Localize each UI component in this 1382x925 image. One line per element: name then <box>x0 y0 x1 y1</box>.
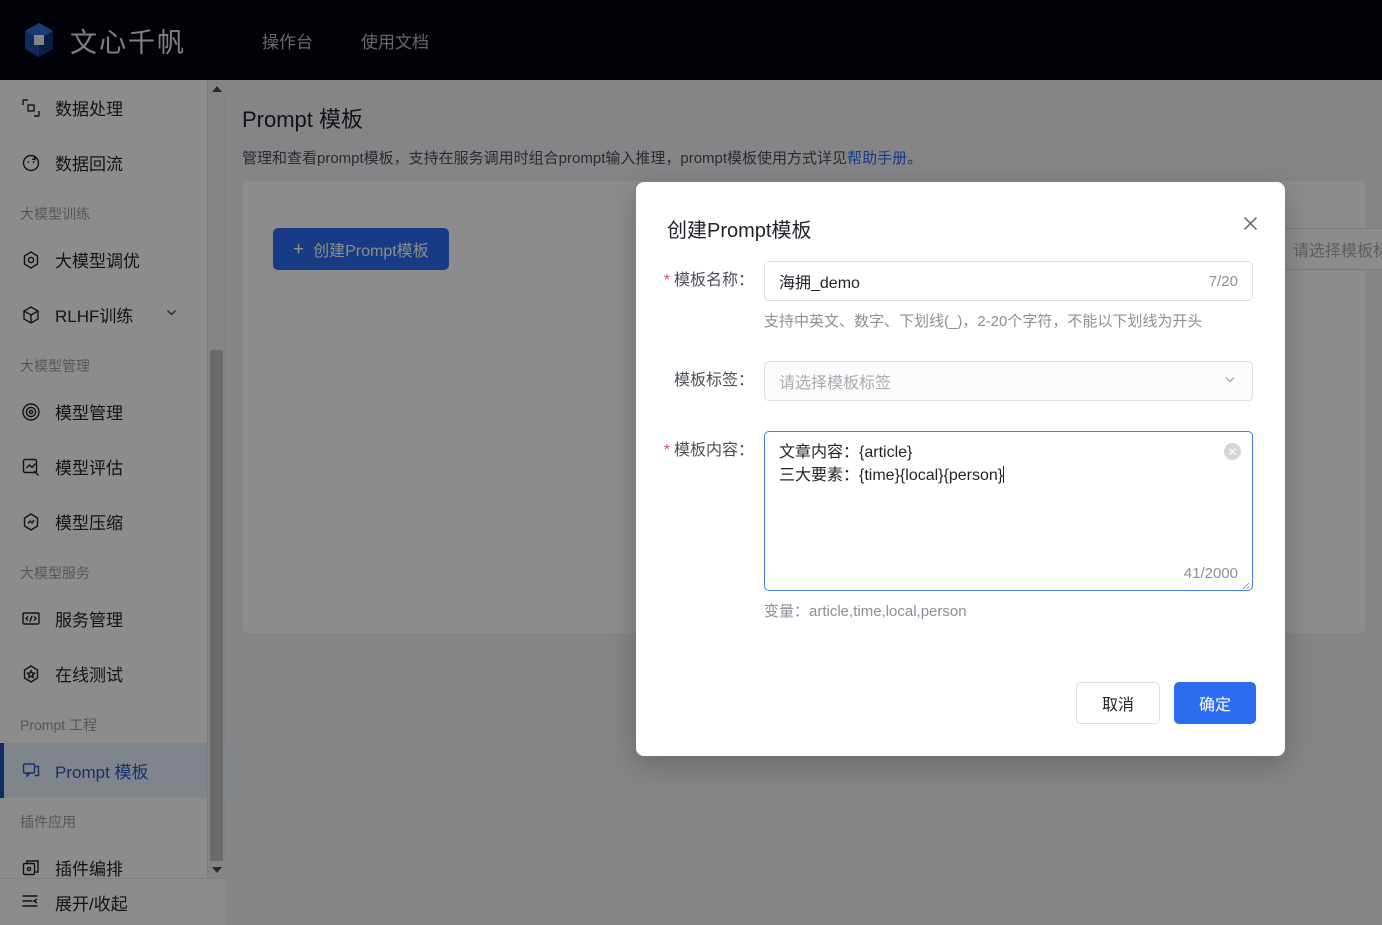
template-content-field-wrap: 文章内容：{article} 三大要素：{time}{local}{person… <box>764 431 1253 621</box>
template-content-label: * 模板内容： <box>636 431 764 621</box>
template-name-hint: 支持中英文、数字、下划线(_)，2-20个字符，不能以下划线为开头 <box>764 313 1203 330</box>
required-marker: * <box>663 272 670 289</box>
template-tag-select[interactable]: 请选择模板标签 <box>764 361 1253 401</box>
template-tag-field-wrap: 请选择模板标签 <box>764 361 1253 401</box>
dialog-title: 创建Prompt模板 <box>667 220 812 242</box>
template-content-row: * 模板内容： 文章内容：{article} 三大要素：{time}{local}… <box>636 431 1285 621</box>
create-prompt-template-dialog: 创建Prompt模板 * 模板名称： 海拥_demo 7/20 支持中英文、数字、… <box>636 182 1285 756</box>
app-root: 文心千帆 操作台 使用文档 数据处理 数据回流 大模型训练 大模型调优 RLHF… <box>0 0 1382 925</box>
template-name-label-text: 模板名称： <box>673 272 754 289</box>
cancel-button[interactable]: 取消 <box>1075 682 1160 724</box>
template-name-row: * 模板名称： 海拥_demo 7/20 支持中英文、数字、下划线(_)，2-20… <box>636 261 1285 331</box>
template-name-label: * 模板名称： <box>636 261 764 331</box>
template-content-label-text: 模板内容： <box>673 442 754 459</box>
template-tag-placeholder: 请选择模板标签 <box>779 375 892 392</box>
required-marker: * <box>663 442 670 459</box>
template-name-counter: 7/20 <box>1208 272 1238 290</box>
chevron-down-icon <box>1222 371 1238 392</box>
template-content-value: 文章内容：{article} 三大要素：{time}{local}{person… <box>779 441 1238 487</box>
close-icon[interactable] <box>1237 210 1263 236</box>
text-cursor <box>1003 466 1005 483</box>
confirm-button[interactable]: 确定 <box>1173 682 1256 724</box>
template-content-textarea[interactable]: 文章内容：{article} 三大要素：{time}{local}{person… <box>764 431 1253 591</box>
template-tag-label: 模板标签： <box>673 372 754 389</box>
template-name-value: 海拥_demo <box>779 275 860 292</box>
dialog-footer: 取消 确定 <box>1075 682 1256 724</box>
textarea-resize-handle[interactable] <box>1239 577 1250 590</box>
variables-value: article,time,local,person <box>809 603 967 620</box>
template-variables-hint: 变量：article,time,local,person <box>764 600 1253 621</box>
template-tag-row: 模板标签： 请选择模板标签 <box>636 361 1285 401</box>
template-name-input[interactable]: 海拥_demo 7/20 <box>764 261 1253 301</box>
template-name-field-wrap: 海拥_demo 7/20 支持中英文、数字、下划线(_)，2-20个字符，不能以… <box>764 261 1253 331</box>
template-content-text: 文章内容：{article} 三大要素：{time}{local}{person… <box>779 444 1004 484</box>
template-content-counter: 41/2000 <box>1183 565 1238 582</box>
variables-label: 变量： <box>764 603 810 620</box>
